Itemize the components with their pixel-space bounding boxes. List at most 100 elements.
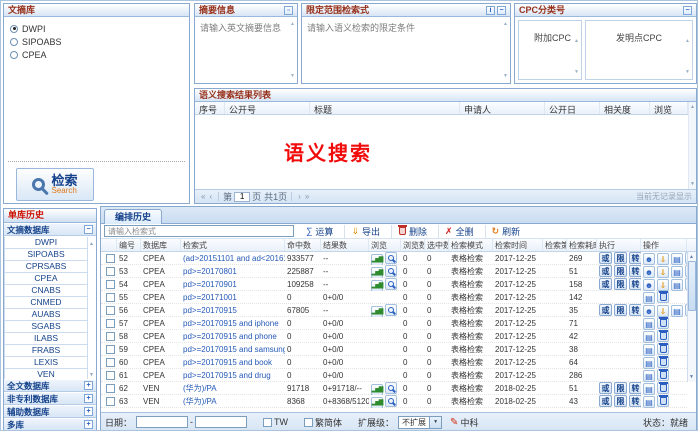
exec-button-限[interactable]: 限 — [614, 252, 627, 264]
export-icon[interactable]: ⇓ — [657, 266, 669, 278]
grid-column-header[interactable]: 浏览数 — [401, 239, 425, 251]
grid-column-header[interactable]: 检索模式 — [449, 239, 493, 251]
row-checkbox[interactable] — [106, 306, 115, 315]
analyze-icon[interactable]: ☻ — [643, 253, 655, 265]
export-icon[interactable]: ⇓ — [657, 279, 669, 291]
view-detail-icon[interactable] — [385, 382, 397, 394]
exec-button-或[interactable]: 或 — [599, 252, 612, 264]
exec-button-或[interactable]: 或 — [599, 395, 612, 407]
grid-column-header[interactable]: 数据库 — [141, 239, 181, 251]
toolbar-button-导出[interactable]: ⇓导出 — [344, 225, 385, 238]
delete-icon[interactable] — [657, 330, 669, 342]
sheet-icon[interactable]: ▤ — [643, 292, 655, 304]
scrollbar-thumb[interactable] — [688, 261, 696, 311]
delete-icon[interactable] — [657, 395, 669, 407]
query-link[interactable]: pd>=20170915 and book — [183, 358, 272, 367]
scroll-up-icon[interactable]: ▲ — [574, 38, 579, 44]
toolbar-button-全删[interactable]: ✗全删 — [438, 225, 479, 238]
invention-cpc-box[interactable]: 发明点CPC ▲ ▼ — [585, 20, 693, 80]
row-checkbox[interactable] — [106, 345, 115, 354]
radio-icon[interactable] — [10, 38, 18, 46]
grid-column-header[interactable]: 命中数 — [285, 239, 321, 251]
semantic-column-header[interactable]: 标题 — [310, 102, 460, 114]
scroll-down-icon[interactable]: ▼ — [503, 73, 508, 79]
doc-db-option[interactable]: CPEA — [10, 48, 183, 61]
exec-button-转[interactable]: 转 — [629, 304, 641, 316]
delete-icon[interactable] — [657, 317, 669, 329]
row-checkbox[interactable] — [106, 267, 115, 276]
exec-button-转[interactable]: 转 — [629, 382, 641, 394]
analyze-icon[interactable]: ☻ — [643, 305, 655, 317]
export-icon[interactable]: ⇓ — [657, 305, 669, 317]
exec-button-或[interactable]: 或 — [599, 382, 612, 394]
sidebar-item-sgabs[interactable]: SGABS — [4, 321, 88, 333]
scroll-down-icon[interactable]: ▼ — [290, 73, 295, 79]
delete-icon[interactable] — [657, 356, 669, 368]
semantic-column-header[interactable]: 公开日 — [545, 102, 600, 114]
grid-column-header[interactable]: 结果数 — [321, 239, 369, 251]
query-link[interactable]: (华为)/PA — [183, 384, 217, 393]
semantic-column-header[interactable]: 序号 — [195, 102, 225, 114]
row-checkbox[interactable] — [106, 319, 115, 328]
history-grid-scrollbar[interactable]: ▲ ▼ — [687, 252, 696, 382]
sheet-icon[interactable]: ▤ — [643, 331, 655, 343]
exec-button-限[interactable]: 限 — [614, 265, 627, 277]
row-checkbox[interactable] — [106, 293, 115, 302]
page-number-input[interactable] — [234, 192, 250, 202]
row-checkbox[interactable] — [106, 384, 115, 393]
scroll-up-icon[interactable]: ▲ — [89, 241, 94, 247]
sidebar-group[interactable]: 多库+ — [4, 418, 96, 431]
grid-column-header[interactable]: 编号 — [117, 239, 141, 251]
sidebar-item-lexis[interactable]: LEXIS — [4, 357, 88, 369]
grid-column-header[interactable]: 检索策略 — [543, 239, 567, 251]
radio-icon[interactable] — [10, 25, 18, 33]
delete-icon[interactable] — [657, 291, 669, 303]
query-link[interactable]: (ad>20151101 and ad<20161.. — [183, 254, 285, 263]
grid-column-header[interactable]: 操作 — [641, 239, 687, 251]
query-link[interactable]: pd>=20170801 — [183, 267, 237, 276]
date-to-input[interactable] — [195, 416, 247, 428]
semantic-column-header[interactable]: 浏览 — [650, 102, 688, 114]
sheet-icon[interactable]: ▤ — [671, 279, 683, 291]
scroll-up-icon[interactable]: ▲ — [690, 104, 695, 110]
row-checkbox[interactable] — [106, 358, 115, 367]
row-checkbox[interactable] — [106, 332, 115, 341]
toolbar-button-刷新[interactable]: ↻刷新 — [485, 225, 526, 238]
exec-button-转[interactable]: 转 — [629, 395, 641, 407]
expand-icon[interactable]: + — [84, 407, 93, 416]
scroll-down-icon[interactable]: ▼ — [574, 69, 579, 75]
sheet-icon[interactable]: ▤ — [643, 357, 655, 369]
radio-icon[interactable] — [10, 51, 18, 59]
analyze-icon[interactable]: ☻ — [643, 279, 655, 291]
sheet-icon[interactable]: ▤ — [643, 344, 655, 356]
row-checkbox[interactable] — [106, 371, 115, 380]
sidebar-item-frabs[interactable]: FRABS — [4, 345, 88, 357]
exec-button-或[interactable]: 或 — [599, 278, 612, 290]
sidebar-item-dwpi[interactable]: DWPI — [4, 237, 88, 249]
expand-icon[interactable]: + — [84, 420, 93, 429]
exec-button-限[interactable]: 限 — [614, 382, 627, 394]
exec-button-限[interactable]: 限 — [614, 395, 627, 407]
view-detail-icon[interactable] — [385, 304, 397, 316]
query-link[interactable]: pd>=20170915 and drug — [183, 371, 271, 380]
doc-db-option[interactable]: SIPOABS — [10, 35, 183, 48]
exec-button-转[interactable]: 转 — [629, 265, 641, 277]
scroll-up-icon[interactable]: ▲ — [503, 21, 508, 27]
additional-cpc-box[interactable]: 附加CPC ▲ ▼ — [518, 20, 582, 80]
abstract-input[interactable] — [196, 18, 296, 82]
delete-icon[interactable] — [657, 369, 669, 381]
sheet-icon[interactable]: ▤ — [643, 318, 655, 330]
row-checkbox[interactable] — [106, 254, 115, 263]
view-chart-icon[interactable]: ▂▅▇ — [371, 267, 383, 278]
collapse-icon[interactable]: − — [497, 6, 506, 15]
search-button[interactable]: 检索 Search — [16, 168, 94, 201]
tw-checkbox[interactable] — [263, 418, 272, 427]
sidebar-item-cpea[interactable]: CPEA — [4, 273, 88, 285]
query-link[interactable]: pd>=20170901 — [183, 280, 237, 289]
sidebar-item-cnmed[interactable]: CNMED — [4, 297, 88, 309]
query-link[interactable]: pd>=20170915 and iphone — [183, 319, 279, 328]
simplified-checkbox[interactable] — [304, 418, 313, 427]
tab-history[interactable]: 编排历史 — [104, 209, 162, 224]
expand-select[interactable]: 不扩展 ▼ — [398, 416, 442, 429]
collapse-icon[interactable]: − — [84, 225, 93, 234]
